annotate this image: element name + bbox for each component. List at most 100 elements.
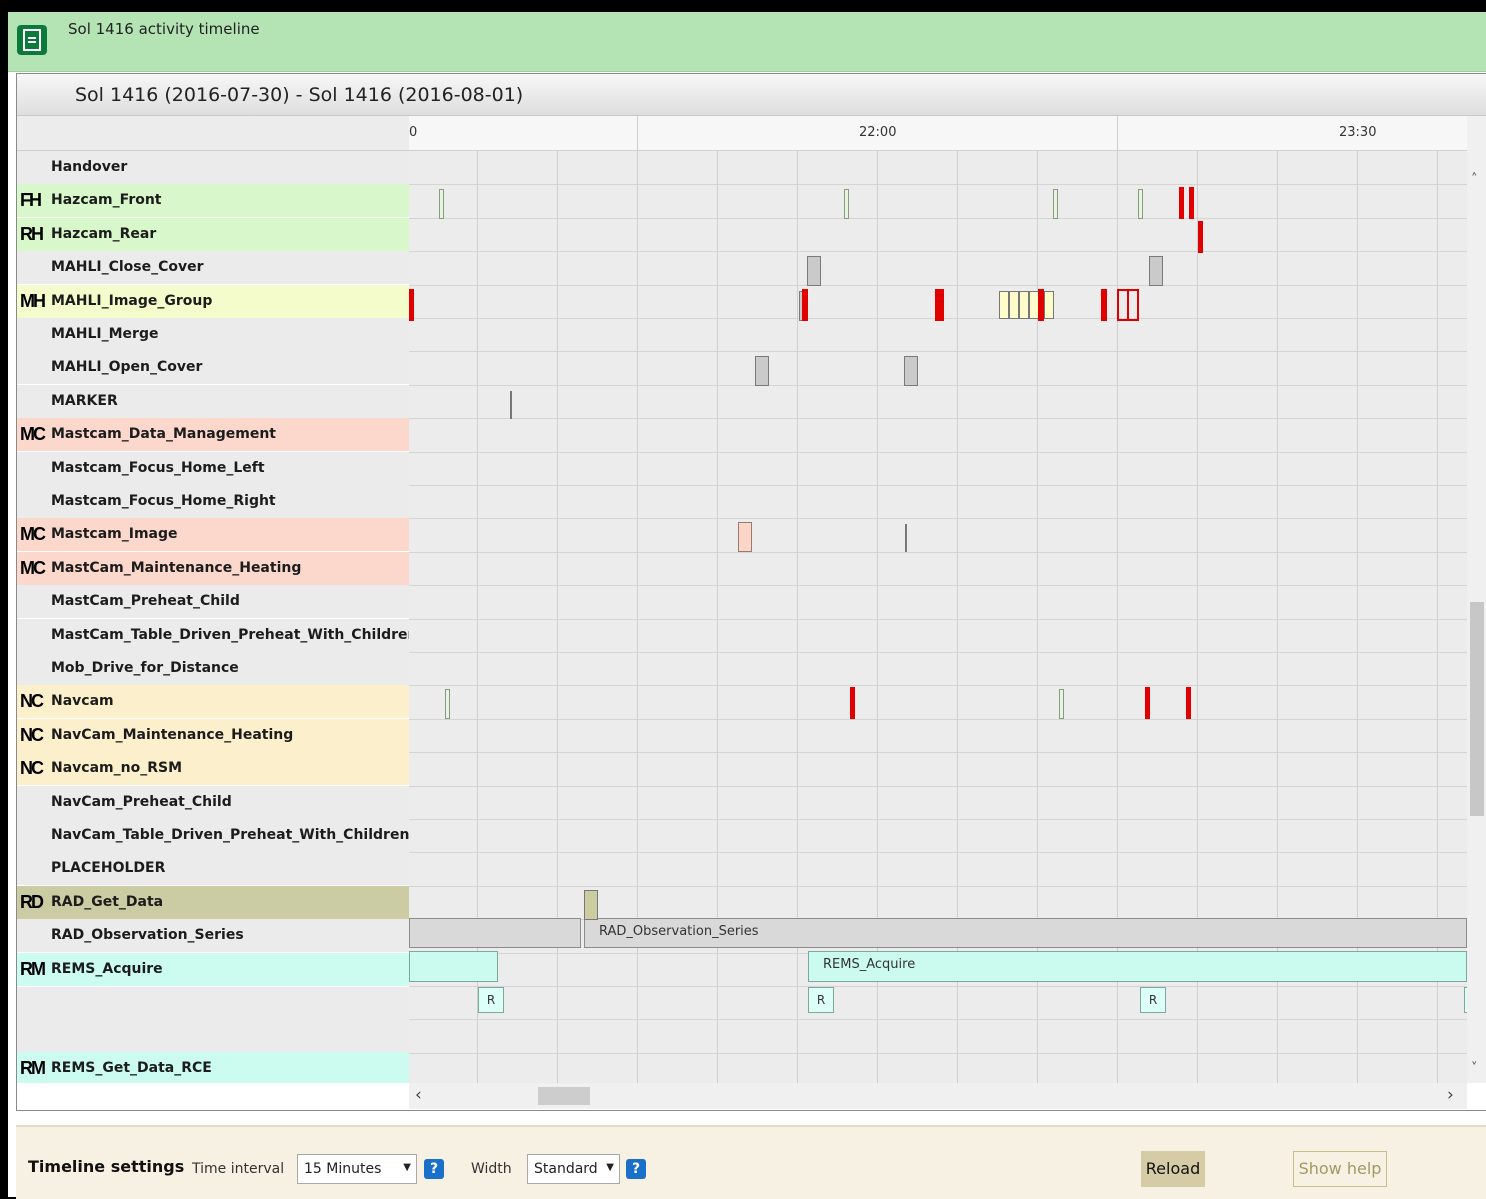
row-label[interactable]: Handover — [17, 151, 409, 185]
row-label[interactable]: NavCam_Table_Driven_Preheat_With_Childre… — [17, 819, 409, 853]
row-label[interactable]: RAD_Observation_Series — [17, 919, 409, 953]
grid-line — [409, 786, 1467, 787]
instrument-badge: RM — [20, 1058, 46, 1078]
activity-event[interactable] — [999, 291, 1009, 319]
rems-acquire-bar[interactable] — [409, 951, 498, 982]
row-label[interactable]: MC Mastcam_Image — [17, 518, 409, 552]
activity-event[interactable] — [1138, 189, 1143, 219]
rems-r-marker[interactable]: R — [808, 987, 834, 1013]
axis-label: 22:00 — [859, 125, 897, 140]
dropdown-arrow-icon: ▼ — [403, 1162, 411, 1173]
range-header: Sol 1416 (2016-07-30) - Sol 1416 (2016-0… — [17, 74, 1486, 116]
row-label[interactable]: FH Hazcam_Front — [17, 184, 409, 218]
activity-event[interactable] — [1009, 291, 1019, 319]
row-label[interactable]: MastCam_Preheat_Child — [17, 585, 409, 619]
row-label[interactable]: RM REMS_Acquire — [17, 953, 409, 987]
activity-event[interactable] — [904, 356, 918, 386]
row-label[interactable]: MAHLI_Merge — [17, 318, 409, 352]
activity-event[interactable] — [1198, 221, 1203, 253]
activity-event[interactable] — [1101, 289, 1107, 321]
row-label[interactable]: RD RAD_Get_Data — [17, 886, 409, 920]
axis-separator — [1117, 116, 1118, 150]
horizontal-scrollbar[interactable]: ‹ › — [409, 1083, 1467, 1109]
activity-event[interactable] — [802, 289, 808, 321]
row-label[interactable]: MH MAHLI_Image_Group — [17, 285, 409, 319]
vertical-scrollbar[interactable]: ˄ ˅ — [1467, 116, 1486, 1083]
row-label[interactable]: RH Hazcam_Rear — [17, 218, 409, 252]
activity-event[interactable] — [905, 524, 907, 552]
activity-event[interactable] — [1189, 187, 1194, 219]
chevron-left-icon[interactable]: ‹ — [415, 1085, 422, 1105]
grid-line — [409, 251, 1467, 252]
activity-event[interactable] — [439, 189, 444, 219]
row-label[interactable]: NC Navcam — [17, 685, 409, 719]
rad-observation-series-bar[interactable]: RAD_Observation_Series — [584, 918, 1467, 948]
activity-event[interactable] — [1179, 187, 1184, 219]
row-label[interactable]: MastCam_Table_Driven_Preheat_With_Childr… — [17, 619, 409, 653]
grid-line — [409, 752, 1467, 753]
activity-event[interactable] — [409, 289, 414, 321]
grid-line — [409, 685, 1467, 686]
row-label-text: Mastcam_Data_Management — [51, 426, 276, 442]
row-label[interactable]: MC MastCam_Maintenance_Heating — [17, 552, 409, 586]
chevron-right-icon[interactable]: › — [1447, 1085, 1454, 1105]
grid-line — [409, 285, 1467, 286]
row-label[interactable]: NC NavCam_Maintenance_Heating — [17, 719, 409, 753]
horizontal-scroll-thumb[interactable] — [538, 1087, 590, 1105]
activity-event[interactable] — [1127, 289, 1129, 321]
grid-line — [409, 218, 1467, 219]
settings-title: Timeline settings — [28, 1157, 185, 1176]
row-label[interactable]: Mastcam_Focus_Home_Right — [17, 485, 409, 519]
row-label[interactable]: MAHLI_Close_Cover — [17, 251, 409, 285]
activity-event[interactable] — [445, 689, 450, 719]
rems-r-marker[interactable]: R — [1140, 987, 1166, 1013]
rems-acquire-bar[interactable]: REMS_Acquire — [808, 951, 1467, 982]
rems-r-marker[interactable]: R — [478, 987, 504, 1013]
grid-line — [409, 852, 1467, 853]
row-label[interactable]: RM REMS_Get_Data_RCE — [17, 1052, 409, 1083]
row-label[interactable]: MC Mastcam_Data_Management — [17, 418, 409, 452]
activity-event[interactable] — [1053, 189, 1058, 219]
instrument-badge: RD — [20, 892, 44, 912]
activity-event[interactable] — [1059, 689, 1064, 719]
activity-event[interactable] — [935, 289, 944, 321]
width-label: Width — [471, 1161, 512, 1177]
activity-event[interactable] — [1186, 687, 1191, 719]
time-interval-select[interactable]: 15 Minutes ▼ — [297, 1154, 417, 1184]
chevron-down-icon[interactable]: ˅ — [1471, 1061, 1478, 1076]
document-icon — [17, 25, 47, 55]
row-label[interactable]: MAHLI_Open_Cover — [17, 351, 409, 385]
rad-observation-series-bar[interactable] — [409, 918, 581, 948]
activity-event[interactable] — [1145, 687, 1150, 719]
grid-line — [409, 652, 1467, 653]
grid-line — [409, 518, 1467, 519]
help-icon[interactable]: ? — [626, 1159, 646, 1179]
row-label[interactable]: NC Navcam_no_RSM — [17, 752, 409, 786]
activity-event[interactable] — [850, 687, 855, 719]
row-label[interactable]: NavCam_Preheat_Child — [17, 786, 409, 820]
vertical-scroll-thumb[interactable] — [1470, 602, 1484, 816]
activity-event[interactable] — [755, 356, 769, 386]
row-label[interactable]: MARKER — [17, 385, 409, 419]
timeline-panel: Sol 1416 (2016-07-30) - Sol 1416 (2016-0… — [16, 73, 1486, 1111]
activity-event[interactable] — [738, 522, 752, 552]
activity-event[interactable] — [584, 890, 598, 920]
activity-event[interactable] — [510, 391, 512, 419]
activity-event[interactable] — [844, 189, 849, 219]
help-icon[interactable]: ? — [424, 1159, 444, 1179]
activity-event[interactable] — [1149, 256, 1163, 286]
grid-line — [409, 819, 1467, 820]
width-select[interactable]: Standard ▼ — [527, 1154, 620, 1184]
activity-event[interactable] — [1044, 291, 1054, 319]
row-label[interactable]: PLACEHOLDER — [17, 852, 409, 886]
time-axis: 0 22:00 23:30 — [409, 116, 1467, 151]
row-label[interactable]: Mob_Drive_for_Distance — [17, 652, 409, 686]
row-label[interactable]: Mastcam_Focus_Home_Left — [17, 452, 409, 486]
row-label-text: MastCam_Table_Driven_Preheat_With_Childr… — [51, 627, 409, 643]
chevron-up-icon[interactable]: ˄ — [1471, 172, 1478, 187]
activity-event[interactable] — [807, 256, 821, 286]
row-label-text: RAD_Get_Data — [51, 894, 164, 910]
reload-button[interactable]: Reload — [1141, 1151, 1205, 1187]
show-help-button[interactable]: Show help — [1293, 1151, 1387, 1187]
activity-event[interactable] — [1019, 291, 1029, 319]
